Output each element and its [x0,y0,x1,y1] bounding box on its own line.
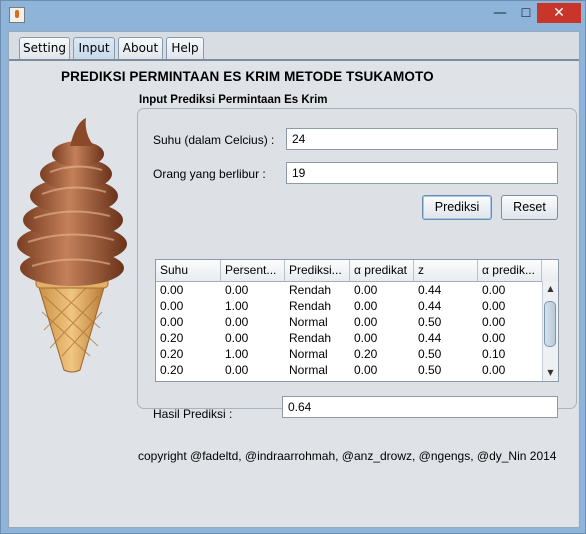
table-cell: 0.00 [225,315,249,329]
prediksi-button[interactable]: Prediksi [422,195,492,220]
table-cell: 0.44 [418,299,442,313]
table-row[interactable]: 0.00 0.00 Rendah 0.00 0.44 0.00 [156,282,542,298]
ice-cream-image [17,118,127,373]
java-app-icon [9,7,25,23]
table-cell: 0.00 [482,299,506,313]
table-cell: 0.00 [354,315,378,329]
copyright-text: copyright @fadeltd, @indraarrohmah, @anz… [138,449,557,463]
app-window: — ☐ ✕ Setting Input About Help PREDIKSI … [0,0,586,534]
table-cell: 0.00 [478,378,542,381]
title-bar[interactable]: — ☐ ✕ [1,1,586,27]
table-cell: 0.00 [156,378,221,381]
input-panel: PREDIKSI PERMINTAAN ES KRIM METODE TSUKA… [10,61,578,527]
suhu-field[interactable]: 24 [286,128,558,150]
table-cell: 0.00 [482,283,506,297]
table-cell: 0.00 [354,363,378,377]
table-corner [542,260,558,282]
table-row[interactable]: 0.20 0.00 Normal 0.00 0.50 0.00 [156,362,542,378]
tab-about[interactable]: About [118,37,163,59]
table-cell: 0.00 [482,331,506,345]
table-row[interactable]: 0.000.00Normal0.000.500.00 [156,378,542,381]
hasil-label: Hasil Prediksi : [153,407,233,421]
orang-field[interactable]: 19 [286,162,558,184]
tab-help[interactable]: Help [166,37,204,59]
table-cell: 0.00 [160,299,184,313]
table-cell: 0.50 [418,315,442,329]
scroll-thumb[interactable] [544,301,556,347]
table-cell: 0.00 [482,363,506,377]
tab-input[interactable]: Input [73,37,115,59]
table-cell: Normal [289,315,328,329]
header-persent[interactable]: Persent... [221,260,285,281]
orang-label: Orang yang berlibur : [153,167,266,181]
table-cell: 0.00 [482,315,506,329]
table-cell: 0.20 [160,347,184,361]
client-area: Setting Input About Help PREDIKSI PERMIN… [8,31,580,528]
table-cell: 0.50 [418,363,442,377]
page-title: PREDIKSI PERMINTAAN ES KRIM METODE TSUKA… [61,69,434,84]
table-cell: 0.00 [160,315,184,329]
table-cell: 0.20 [354,347,378,361]
header-suhu[interactable]: Suhu [156,260,221,281]
close-button[interactable]: ✕ [537,3,581,23]
table-cell: 0.50 [418,347,442,361]
table-header: Suhu Persent... Prediksi... α predikat z… [156,260,542,282]
minimize-button[interactable]: — [487,3,513,23]
table-cell: 0.00 [221,378,285,381]
table-cell: 0.00 [354,283,378,297]
table-cell: 0.00 [354,331,378,345]
table-cell: 1.00 [225,347,249,361]
table-cell: 0.20 [160,363,184,377]
table-cell: 0.00 [225,363,249,377]
table-cell: Normal [289,347,328,361]
table-cell: 1.00 [225,299,249,313]
header-alpha-predik[interactable]: α predik... [478,260,542,281]
table-cell: Normal [285,378,350,381]
table-cell: 0.10 [482,347,506,361]
table-row[interactable]: 0.20 0.00 Rendah 0.00 0.44 0.00 [156,330,542,346]
table-cell: 0.44 [418,283,442,297]
table-scrollbar[interactable]: ▲ ▼ [542,281,558,381]
tab-setting[interactable]: Setting [19,37,70,59]
table-cell: 0.00 [354,299,378,313]
rules-table[interactable]: Suhu Persent... Prediksi... α predikat z… [155,259,559,382]
tab-bar: Setting Input About Help [9,32,579,61]
suhu-label: Suhu (dalam Celcius) : [153,133,275,147]
table-cell: Rendah [289,283,332,297]
table-cell: Normal [289,363,328,377]
table-cell: 0.50 [414,378,478,381]
table-cell: 0.44 [418,331,442,345]
reset-button[interactable]: Reset [501,195,558,220]
maximize-button[interactable]: ☐ [513,3,539,23]
table-cell: 0.00 [225,283,249,297]
scroll-down-icon[interactable]: ▼ [543,366,558,380]
table-cell: 0.20 [160,331,184,345]
header-alpha-predikat[interactable]: α predikat [350,260,414,281]
hasil-field[interactable]: 0.64 [282,396,558,418]
table-row[interactable]: 0.00 0.00 Normal 0.00 0.50 0.00 [156,314,542,330]
group-title: Input Prediksi Permintaan Es Krim [139,94,328,106]
header-z[interactable]: z [414,260,478,281]
table-cell: 0.00 [160,283,184,297]
table-cell: 0.00 [225,331,249,345]
table-cell: Rendah [289,331,332,345]
scroll-up-icon[interactable]: ▲ [543,282,558,296]
table-row[interactable]: 0.20 1.00 Normal 0.20 0.50 0.10 [156,346,542,362]
table-cell: 0.00 [350,378,414,381]
table-cell: Rendah [289,299,332,313]
header-prediksi[interactable]: Prediksi... [285,260,350,281]
table-row[interactable]: 0.00 1.00 Rendah 0.00 0.44 0.00 [156,298,542,314]
